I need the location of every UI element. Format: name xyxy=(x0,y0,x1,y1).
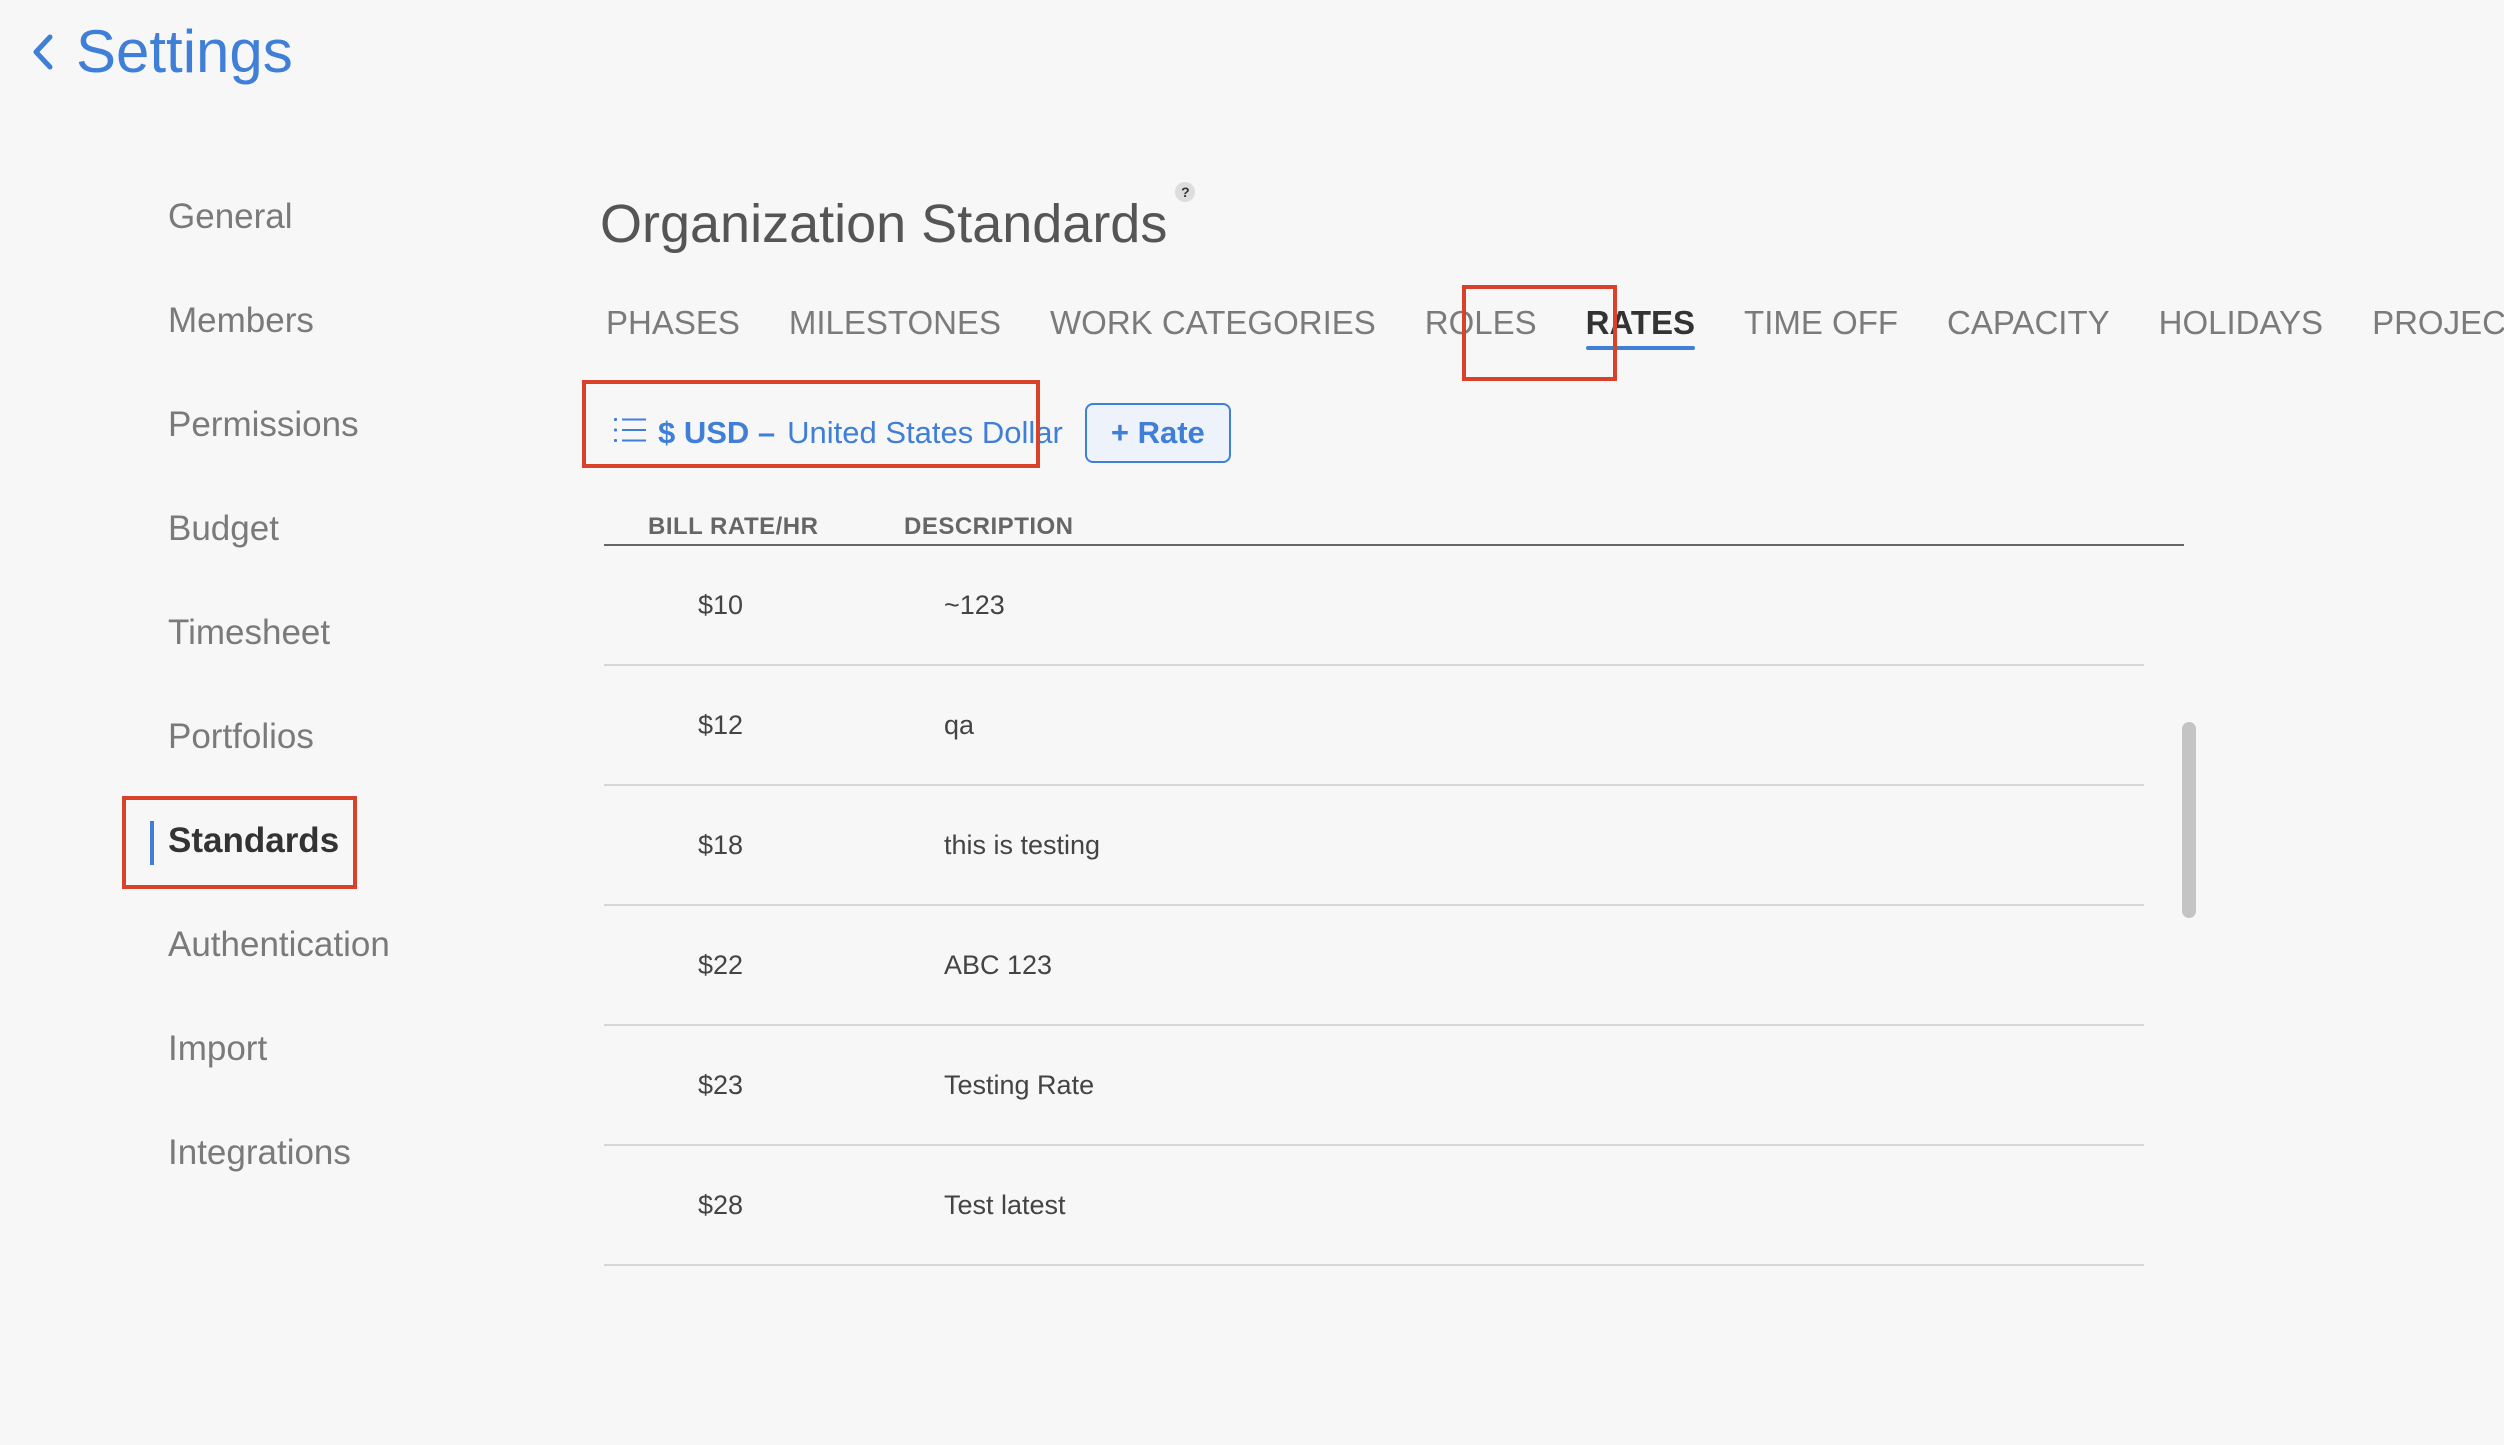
sidebar-item-label: Integrations xyxy=(168,1133,351,1172)
column-header-bill-rate[interactable]: BILL RATE/HR xyxy=(604,513,904,541)
table-row[interactable]: $18 this is testing xyxy=(604,786,2144,906)
table-row[interactable]: $23 Testing Rate xyxy=(604,1026,2144,1146)
tab-milestones[interactable]: MILESTONES xyxy=(789,290,1001,356)
table-row[interactable]: $22 ABC 123 xyxy=(604,906,2144,1026)
sidebar-item-label: Standards xyxy=(168,821,340,860)
tab-capacity[interactable]: CAPACITY xyxy=(1947,290,2110,356)
description-cell: qa xyxy=(944,709,975,740)
currency-code: $ USD – xyxy=(658,415,776,450)
help-icon[interactable]: ? xyxy=(1175,182,1196,202)
table-body: $10 ~123 $12 qa $18 this is testing $22 … xyxy=(604,546,2144,1266)
rate-cell: $22 xyxy=(698,949,744,980)
sidebar-item-label: Portfolios xyxy=(168,717,314,756)
page-title: Organization Standards xyxy=(600,194,1168,254)
tab-work-categories[interactable]: WORK CATEGORIES xyxy=(1050,290,1376,356)
sidebar-item-budget[interactable]: Budget xyxy=(120,477,380,581)
tab-roles[interactable]: ROLES xyxy=(1425,290,1537,356)
description-cell: Testing Rate xyxy=(944,1069,1095,1100)
rate-cell: $12 xyxy=(698,709,744,740)
table-row[interactable]: $10 ~123 xyxy=(604,546,2144,666)
sidebar-item-label: Members xyxy=(168,301,314,340)
sidebar-item-members[interactable]: Members xyxy=(120,269,380,373)
tab-holidays[interactable]: HOLIDAYS xyxy=(2159,290,2323,356)
settings-sidebar: General Members Permissions Budget Times… xyxy=(120,165,390,1205)
tab-projects[interactable]: PROJECTS xyxy=(2372,290,2504,356)
sidebar-item-label: General xyxy=(168,197,293,236)
currency-name: United States Dollar xyxy=(787,415,1063,450)
back-to-settings[interactable]: Settings xyxy=(32,14,293,90)
column-header-description[interactable]: DESCRIPTION xyxy=(904,513,1074,541)
description-cell: Test latest xyxy=(944,1189,1066,1220)
table-header: BILL RATE/HR DESCRIPTION xyxy=(604,510,2184,546)
rate-cell: $10 xyxy=(698,589,744,620)
sidebar-item-label: Import xyxy=(168,1029,268,1068)
table-row[interactable]: $12 qa xyxy=(604,666,2144,786)
rates-toolbar: $ USD – United States Dollar + Rate xyxy=(600,390,1231,476)
sidebar-item-label: Permissions xyxy=(168,405,359,444)
scrollbar-thumb[interactable] xyxy=(2182,722,2196,918)
sidebar-item-integrations[interactable]: Integrations xyxy=(120,1101,380,1205)
table-row[interactable]: $28 Test latest xyxy=(604,1146,2144,1266)
sidebar-item-portfolios[interactable]: Portfolios xyxy=(120,685,380,789)
sidebar-item-timesheet[interactable]: Timesheet xyxy=(120,581,380,685)
main-content: Organization Standards ? PHASES MILESTON… xyxy=(600,170,2504,1266)
description-cell: ~123 xyxy=(944,589,1005,620)
description-cell: ABC 123 xyxy=(944,949,1053,980)
sidebar-item-label: Authentication xyxy=(168,925,390,964)
tab-phases[interactable]: PHASES xyxy=(606,290,740,356)
chevron-left-icon xyxy=(32,33,54,71)
standards-tabs: PHASES MILESTONES WORK CATEGORIES ROLES … xyxy=(606,290,2504,356)
rate-cell: $23 xyxy=(698,1069,744,1100)
tab-time-off[interactable]: TIME OFF xyxy=(1744,290,1898,356)
sidebar-item-label: Budget xyxy=(168,509,279,548)
sidebar-item-label: Timesheet xyxy=(168,613,331,652)
sidebar-item-import[interactable]: Import xyxy=(120,997,380,1101)
title-row: Organization Standards ? xyxy=(600,170,2504,260)
currency-selector[interactable]: $ USD – United States Dollar xyxy=(600,390,1077,476)
sidebar-item-standards[interactable]: Standards xyxy=(120,789,380,893)
settings-title: Settings xyxy=(76,18,293,85)
sidebar-item-permissions[interactable]: Permissions xyxy=(120,373,380,477)
sidebar-item-general[interactable]: General xyxy=(120,165,380,269)
rate-cell: $18 xyxy=(698,829,744,860)
description-cell: this is testing xyxy=(944,829,1101,860)
tab-rates[interactable]: RATES xyxy=(1585,290,1696,356)
rates-table: BILL RATE/HR DESCRIPTION $10 ~123 $12 qa… xyxy=(604,510,2184,1266)
table-scrollbar[interactable] xyxy=(2178,545,2200,1445)
add-rate-button[interactable]: + Rate xyxy=(1084,403,1231,463)
sidebar-item-authentication[interactable]: Authentication xyxy=(120,893,390,997)
rate-cell: $28 xyxy=(698,1189,744,1220)
list-icon xyxy=(614,415,646,451)
